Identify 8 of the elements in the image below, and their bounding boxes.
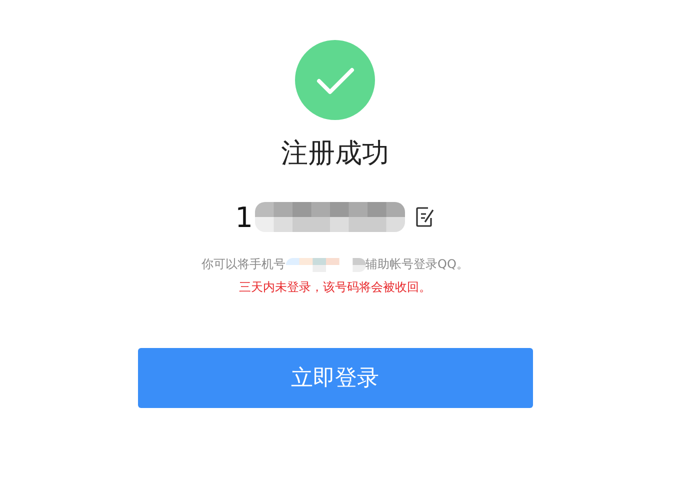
login-button[interactable]: 立即登录 (138, 348, 532, 408)
warning-text: 三天内未登录，该号码将会被收回。 (239, 279, 431, 296)
success-check-icon (295, 40, 375, 120)
notice-text: 你可以将手机号 (202, 256, 286, 273)
notice-text: 辅助帐号登录QQ。 (366, 256, 468, 273)
phone-number: 1 (235, 200, 253, 234)
edit-icon[interactable] (414, 206, 435, 228)
status-title: 注册成功 (281, 137, 389, 171)
